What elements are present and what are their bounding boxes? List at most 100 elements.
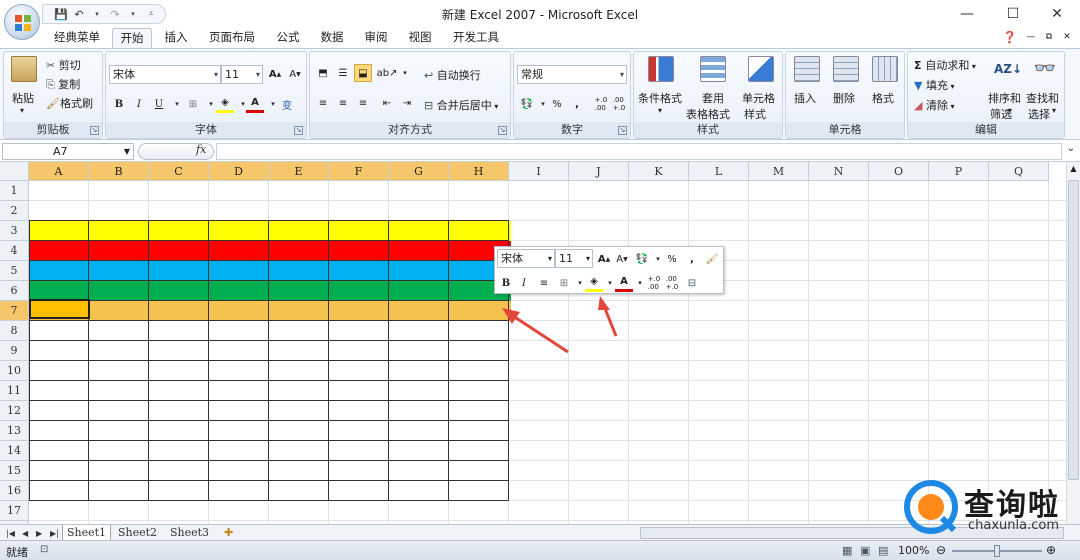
column-header-K[interactable]: K [629, 162, 689, 181]
sheet-tab-2[interactable]: Sheet2 [114, 525, 161, 541]
ribbon-restore-icon[interactable]: ⧉ [1042, 28, 1056, 48]
binoculars-icon[interactable]: 👓 [1032, 56, 1058, 82]
row-header-9[interactable]: 9 [0, 341, 29, 361]
active-cell-A7[interactable] [29, 299, 90, 319]
increase-indent-icon[interactable]: ⇥ [398, 94, 416, 112]
row-header-17[interactable]: 17 [0, 501, 29, 521]
mini-grow-font-icon[interactable]: A ▲ [595, 250, 613, 268]
row-header-8[interactable]: 8 [0, 321, 29, 341]
ribbon-close-icon[interactable]: ✕ [1060, 28, 1074, 48]
tab-data[interactable]: 数据 [312, 28, 352, 48]
column-header-D[interactable]: D [209, 162, 269, 181]
mini-decrease-decimal-icon[interactable]: .00 +.0 [663, 274, 681, 292]
column-header-E[interactable]: E [269, 162, 329, 181]
table-format-icon[interactable] [700, 56, 726, 82]
macro-record-icon[interactable]: ⊡ [40, 544, 48, 555]
paste-button[interactable]: 粘贴 [12, 90, 34, 106]
maximize-button[interactable]: ☐ [990, 0, 1036, 28]
row-header-12[interactable]: 12 [0, 401, 29, 421]
merge-center-button[interactable]: ⊟ 合并后居中 ▾ [424, 97, 498, 113]
cut-button[interactable]: ✂ 剪切 [46, 57, 81, 73]
align-bottom-icon[interactable]: ⬓ [354, 64, 372, 82]
mini-shrink-font-icon[interactable]: A ▼ [613, 250, 631, 268]
row-header-2[interactable]: 2 [0, 201, 29, 221]
table-format-label-2[interactable]: 表格格式 [686, 106, 730, 122]
align-middle-icon[interactable]: ☰ [334, 64, 352, 82]
dialog-launcher-icon[interactable]: ↘ [618, 126, 627, 135]
mini-comma-button[interactable]: , [683, 250, 701, 268]
grow-font-icon[interactable]: A ▲ [266, 65, 284, 83]
tab-page-layout[interactable]: 页面布局 [202, 28, 262, 48]
column-header-A[interactable]: A [29, 162, 89, 181]
cell-styles-label-1[interactable]: 单元格 [742, 90, 775, 106]
font-name-combo[interactable]: 宋体 ▾ [109, 65, 221, 84]
font-size-combo[interactable]: 11 ▾ [221, 65, 263, 84]
delete-cells-button[interactable]: 删除 [833, 90, 855, 106]
font-color-icon[interactable]: A [246, 95, 264, 113]
column-header-F[interactable]: F [329, 162, 389, 181]
column-header-J[interactable]: J [569, 162, 629, 181]
row-header-13[interactable]: 13 [0, 421, 29, 441]
help-icon[interactable]: ❓ [1002, 28, 1018, 48]
insert-cells-icon[interactable] [794, 56, 820, 82]
select-all-corner[interactable] [0, 162, 29, 181]
column-header-N[interactable]: N [809, 162, 869, 181]
vertical-scrollbar[interactable]: ▲ [1066, 162, 1080, 524]
row-header-14[interactable]: 14 [0, 441, 29, 461]
normal-view-icon[interactable]: ▦ [842, 544, 852, 557]
copy-button[interactable]: ⎘ 复制 [46, 76, 80, 92]
zoom-in-icon[interactable]: ⊕ [1046, 543, 1056, 557]
minimize-button[interactable]: — [944, 0, 990, 28]
delete-cells-icon[interactable] [833, 56, 859, 82]
row-header-3[interactable]: 3 [0, 221, 29, 241]
borders-icon[interactable]: ⊞ [184, 95, 202, 113]
close-button[interactable]: ✕ [1034, 0, 1080, 28]
page-break-view-icon[interactable]: ▤ [878, 544, 888, 557]
wrap-text-button[interactable]: ↩ 自动换行 [424, 67, 481, 83]
tab-home[interactable]: 开始 [112, 28, 152, 48]
column-header-L[interactable]: L [689, 162, 749, 181]
orientation-icon[interactable]: ab↗ [377, 64, 398, 82]
format-painter-button[interactable]: 🖌格式刷 [46, 95, 93, 111]
column-header-M[interactable]: M [749, 162, 809, 181]
zoom-slider-thumb[interactable] [994, 545, 1000, 557]
clear-button[interactable]: ◢ 清除 ▾ [914, 97, 955, 113]
fx-icon[interactable]: fx [196, 143, 206, 156]
paste-dropdown-icon[interactable]: ▾ [20, 106, 24, 115]
phonetic-guide-icon[interactable]: 变 [278, 95, 296, 113]
find-select-label-2[interactable]: 选择 [1028, 106, 1050, 122]
mini-format-painter-icon[interactable]: 🖌 [703, 250, 721, 268]
tab-review[interactable]: 审阅 [356, 28, 396, 48]
dialog-launcher-icon[interactable]: ↘ [90, 126, 99, 135]
formula-input[interactable] [216, 143, 1062, 160]
column-header-Q[interactable]: Q [989, 162, 1049, 181]
align-right-icon[interactable]: ≡ [354, 94, 372, 112]
fill-color-icon[interactable]: ◈ [216, 95, 234, 113]
align-left-icon[interactable]: ≡ [314, 94, 332, 112]
chevron-down-icon[interactable]: ▾ [1008, 106, 1012, 115]
row-header-10[interactable]: 10 [0, 361, 29, 381]
sort-filter-label-1[interactable]: 排序和 [988, 90, 1021, 106]
number-format-combo[interactable]: 常规 ▾ [517, 65, 627, 84]
name-box[interactable]: A7 ▼ [2, 143, 134, 160]
align-center-icon[interactable]: ≡ [334, 94, 352, 112]
office-button[interactable] [4, 4, 40, 40]
fill-button[interactable]: ▼ 填充 ▾ [914, 77, 955, 93]
tab-classic-menu[interactable]: 经典菜单 [46, 28, 108, 48]
comma-button[interactable]: , [568, 95, 586, 113]
decrease-decimal-icon[interactable]: .00 +.0 [610, 95, 628, 113]
autosum-button[interactable]: Σ 自动求和 ▾ [914, 57, 976, 73]
find-select-label-1[interactable]: 查找和 [1026, 90, 1059, 106]
paste-icon[interactable] [11, 56, 37, 82]
column-header-B[interactable]: B [89, 162, 149, 181]
column-header-G[interactable]: G [389, 162, 449, 181]
format-cells-button[interactable]: 格式 [872, 90, 894, 106]
mini-percent-button[interactable]: % [663, 250, 681, 268]
zoom-level[interactable]: 100% [898, 544, 929, 557]
mini-increase-decimal-icon[interactable]: +.0.00 [645, 274, 663, 292]
ribbon-minimize-icon[interactable]: — [1024, 28, 1038, 48]
dialog-launcher-icon[interactable]: ↘ [294, 126, 303, 135]
column-header-O[interactable]: O [869, 162, 929, 181]
row-header-5[interactable]: 5 [0, 261, 29, 281]
increase-decimal-icon[interactable]: +.0.00 [592, 95, 610, 113]
